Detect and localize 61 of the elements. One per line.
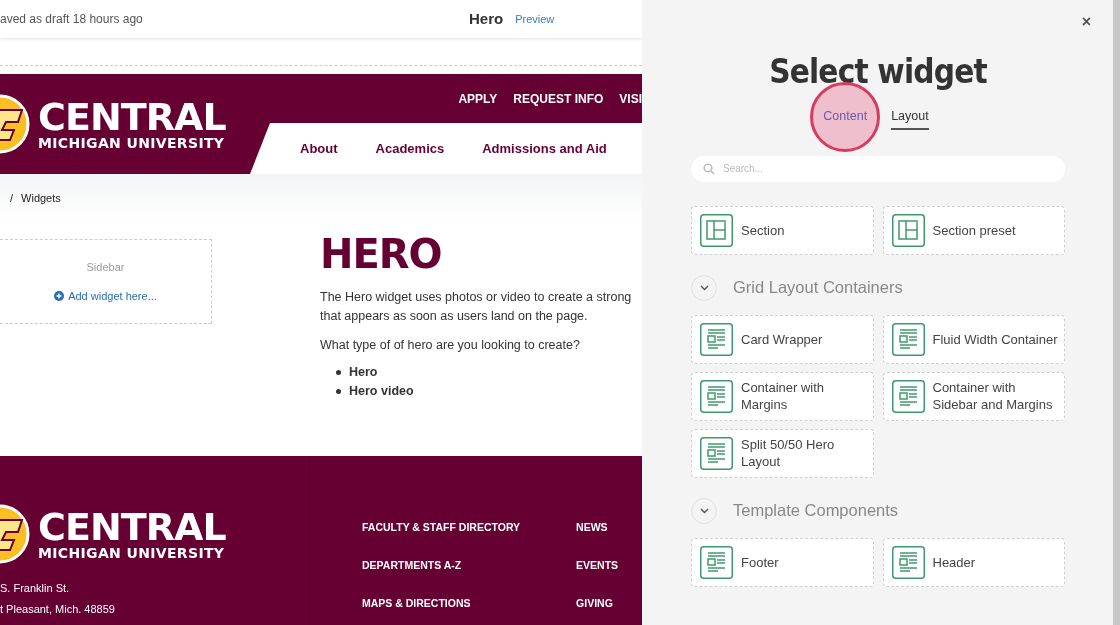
page-title: Hero [469,8,504,29]
footer-link[interactable]: DEPARTMENTS A-Z [362,557,521,574]
article-layout-icon [700,322,733,356]
body-paragraph: What type of of hero are you looking to create? [320,337,581,354]
grid-layout-icon [891,213,925,247]
bullet-item: Hero video [336,382,642,401]
widget-option[interactable]: Section [691,205,874,255]
nav-link[interactable]: Admissions and Aid [482,138,607,159]
logo-wordmark: CENTRAL [38,98,226,136]
utility-link[interactable]: REQUEST INFO [513,89,604,108]
logo-subtitle: MICHIGAN UNIVERSITY [38,546,226,560]
search-field[interactable]: Search... [691,155,1065,182]
grid-layout-icon [700,213,733,247]
bullet-icon [336,370,341,375]
preview-link[interactable]: Preview [515,10,555,28]
article-layout-icon [700,379,733,413]
utility-link[interactable]: VISI [619,89,642,108]
article-layout-icon [700,545,733,579]
chevron-down-icon [699,284,709,291]
widget-option[interactable]: Section preset [882,205,1065,255]
footer-link[interactable]: GIVING [576,595,619,612]
bullet-item: Hero [336,363,642,382]
widget-option[interactable]: Split 50/50 Hero Layout [691,428,874,478]
nav-link[interactable]: About [300,138,338,159]
save-status: aved as draft 18 hours ago [0,11,144,28]
add-widget-link[interactable]: Add widget here... [54,287,157,304]
logo-wordmark: CENTRAL [38,508,226,546]
widget-option[interactable]: Header [882,537,1065,587]
bullet-icon [336,389,341,394]
sidebar-label: Sidebar [86,260,125,275]
plus-circle-icon [54,290,65,301]
footer-link[interactable]: EVENTS [576,557,619,574]
hero-heading: HERO [320,230,443,278]
widget-option[interactable]: Card Wrapper [691,314,874,364]
article-layout-icon [700,436,733,470]
widget-option[interactable]: Fluid Width Container [882,314,1065,364]
breadcrumb-separator: / [10,190,14,206]
chevron-down-icon [699,507,709,514]
panel-title: Select widget [768,51,988,93]
article-layout-icon [891,545,925,579]
search-input[interactable]: Search... [723,161,1053,177]
address-line: t Pleasant, Mich. 48859 [0,601,116,617]
article-layout-icon [891,322,925,356]
article-layout-icon [891,379,925,413]
footer-link[interactable]: MAPS & DIRECTIONS [362,595,521,612]
widget-option[interactable]: Footer [691,537,874,587]
group-title: Grid Layout Containers [733,277,903,299]
widget-option[interactable]: Container with Margins [691,371,874,421]
body-paragraph: The Hero widget uses photos or video to create a strong that appears as soon as users land on the page. [320,289,633,325]
address-line: S. Franklin St. [0,581,71,596]
close-button[interactable]: × [1081,10,1091,34]
search-icon [703,162,715,175]
footer-link[interactable]: FACULTY & STAFF DIRECTORY [362,520,521,536]
footer-link[interactable]: NEWS [576,520,619,536]
nav-link[interactable]: Academics [375,138,445,159]
panel-tab[interactable]: Layout [891,107,929,130]
utility-link[interactable]: APPLY [458,89,498,108]
breadcrumb-current: Widgets [21,190,61,206]
group-title: Template Components [733,500,899,522]
logo-subtitle: MICHIGAN UNIVERSITY [38,136,226,150]
widget-option[interactable]: Container with Sidebar and Margins [882,371,1065,421]
